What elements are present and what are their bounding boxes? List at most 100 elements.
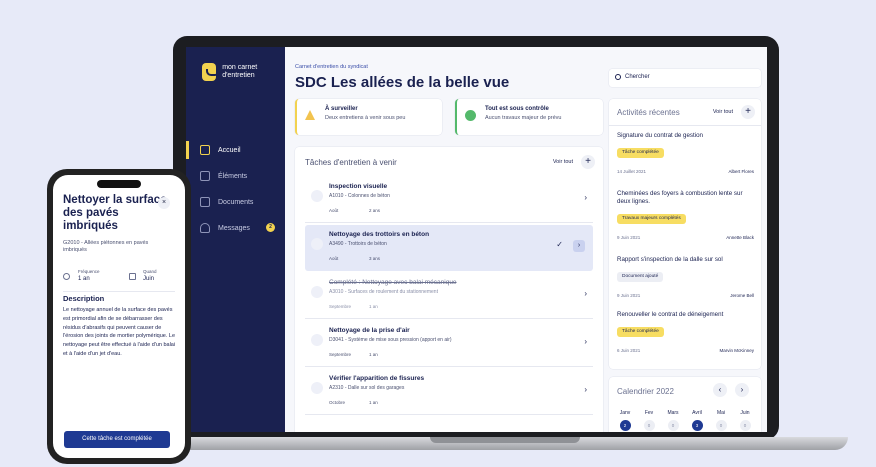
description-text: Le nettoyage annuel de la surface des pa… — [63, 307, 176, 357]
chevron-left-icon[interactable]: ‹ — [713, 383, 727, 397]
page-title: SDC Les allées de la belle vue — [295, 74, 510, 91]
right-column: Chercher Activités récentes Voir tout + Si… — [609, 47, 767, 432]
search-icon — [615, 74, 621, 80]
search-input[interactable]: Chercher — [609, 69, 761, 87]
sidebar-item-messages[interactable]: Messages 2 — [186, 215, 285, 241]
check-circle-icon — [465, 110, 476, 121]
task-frequency: 1 an — [369, 400, 378, 405]
task-row[interactable]: Nettoyage de la prise d'air D3041 - Systè… — [305, 321, 593, 367]
logo: mon carnet d'entretien — [186, 47, 285, 81]
building-icon — [200, 171, 210, 181]
calendar-icon — [129, 273, 136, 280]
calendar-month[interactable]: Fev 0 — [637, 410, 661, 431]
activity-item[interactable]: Rapport s'inspection de la dalle sur sol… — [617, 256, 754, 306]
activity-item[interactable]: Cheminées des foyers à combustion lente … — [617, 190, 754, 250]
when-label: Quand — [143, 269, 157, 274]
task-month: Septembre — [329, 352, 352, 357]
task-row[interactable]: Complété : Nettoyage avec balai mécaniqu… — [305, 273, 593, 319]
refresh-icon — [63, 273, 70, 280]
month-count: 0 — [667, 420, 679, 431]
activities-see-all-link[interactable]: Voir tout — [713, 109, 733, 115]
task-icon — [311, 382, 323, 394]
month-count: 3 — [691, 420, 703, 431]
chevron-right-icon[interactable]: › — [735, 383, 749, 397]
activity-tag: Document ajouté — [617, 271, 664, 282]
task-name: Vérifier l'apparition de fissures — [329, 375, 425, 382]
logo-icon — [202, 63, 221, 81]
activity-date: 6 Juin 2021 — [617, 348, 641, 353]
task-icon — [311, 238, 323, 250]
sidebar-item-elements[interactable]: Éléments — [186, 163, 285, 189]
activities-panel: Activités récentes Voir tout + Signature d… — [609, 99, 761, 369]
task-row-selected[interactable]: Nettoyage des trottoirs en béton A3490 - … — [305, 225, 593, 271]
chevron-right-icon[interactable]: › — [584, 337, 587, 346]
activity-item[interactable]: Renouveller le contrat de déneigement Tâc… — [617, 311, 754, 361]
logo-text: mon carnet d'entretien — [222, 64, 258, 79]
calendar-month[interactable]: Mai 0 — [709, 410, 733, 431]
activity-date: 9 Juin 2021 — [617, 293, 641, 298]
tasks-panel: Tâches d'entretien à venir Voir tout + Ins… — [295, 147, 603, 432]
laptop-notch — [430, 437, 580, 443]
tasks-see-all-link[interactable]: Voir tout — [553, 159, 573, 165]
month-label: Avril — [692, 410, 702, 416]
calendar-month[interactable]: Juin 0 — [733, 410, 757, 431]
task-frequency: 1 an — [369, 352, 378, 357]
activity-name: Cheminées des foyers à combustion lente … — [617, 190, 743, 205]
chevron-right-icon[interactable]: › — [584, 385, 587, 394]
task-row[interactable]: Vérifier l'apparition de fissures A2310 -… — [305, 369, 593, 415]
laptop-frame: mon carnet d'entretien Accueil Éléments … — [173, 36, 779, 440]
close-icon[interactable]: × — [158, 197, 170, 209]
month-label: Janv — [619, 410, 631, 416]
month-label: Fev — [644, 410, 654, 416]
calendar-months: Janv 2 Fev 0 Mars 0 Avril 3 Mai 0 Juin 0 — [613, 410, 757, 431]
tasks-title: Tâches d'entretien à venir — [305, 157, 397, 167]
warning-icon — [305, 110, 315, 120]
task-code: A1010 - Colonnes de béton — [329, 193, 390, 199]
activity-item[interactable]: Signature du contrat de gestion Tâche com… — [617, 132, 754, 182]
alert-watch[interactable]: À surveiller Deux entretiens à venir sous… — [295, 99, 442, 135]
task-code: D3041 - Système de mise sous pression (a… — [329, 337, 452, 343]
breadcrumb[interactable]: Carnet d'entretien du syndicat — [295, 64, 368, 70]
add-activity-button[interactable]: + — [741, 105, 755, 119]
alert-title: À surveiller — [325, 106, 358, 112]
main-content: Carnet d'entretien du syndicat SDC Les a… — [285, 47, 767, 432]
description-title: Description — [63, 294, 105, 303]
add-task-button[interactable]: + — [581, 155, 595, 169]
activity-user: Jerome Bell — [730, 293, 754, 298]
activity-date: 14 Juillet 2021 — [617, 169, 647, 174]
task-month: Août — [329, 208, 339, 213]
sidebar-item-accueil[interactable]: Accueil — [186, 137, 285, 163]
task-name: Complété : Nettoyage avec balai mécaniqu… — [329, 279, 457, 286]
task-code: A3010 - Surfaces de roulement du station… — [329, 289, 438, 295]
task-name: Nettoyage de la prise d'air — [329, 327, 410, 334]
alert-subtitle: Deux entretiens à venir sous peu — [325, 115, 406, 121]
calendar-month[interactable]: Janv 2 — [613, 410, 637, 431]
mark-complete-button[interactable]: Cette tâche est complétée — [64, 431, 170, 448]
check-icon[interactable]: ✓ — [556, 240, 563, 249]
activity-user: Albert Flores — [728, 169, 754, 174]
alert-ok[interactable]: Tout est sous contrôle Aucun travaux maje… — [455, 99, 603, 135]
search-placeholder: Chercher — [625, 74, 650, 80]
messages-count-badge: 2 — [266, 223, 275, 232]
sidebar-item-label: Éléments — [218, 172, 248, 180]
activity-name: Rapport s'inspection de la dalle sur sol — [617, 256, 723, 263]
month-count: 0 — [715, 420, 727, 431]
activity-date: 9 Juin 2021 — [617, 235, 641, 240]
month-label: Juin — [740, 410, 750, 416]
divider — [63, 291, 175, 292]
sidebar: mon carnet d'entretien Accueil Éléments … — [186, 47, 285, 432]
task-name: Inspection visuelle — [329, 183, 388, 190]
month-count: 2 — [619, 420, 631, 431]
chevron-right-icon[interactable]: › — [573, 240, 585, 252]
folder-icon — [200, 197, 210, 207]
task-icon — [311, 190, 323, 202]
chevron-right-icon[interactable]: › — [584, 289, 587, 298]
task-row[interactable]: Inspection visuelle A1010 - Colonnes de b… — [305, 177, 593, 223]
month-label: Mai — [716, 410, 726, 416]
calendar-month[interactable]: Mars 0 — [661, 410, 685, 431]
sidebar-item-documents[interactable]: Documents — [186, 189, 285, 215]
activities-title: Activités récentes — [617, 107, 680, 117]
chevron-right-icon[interactable]: › — [584, 193, 587, 202]
calendar-month[interactable]: Avril 3 — [685, 410, 709, 431]
month-label: Mars — [667, 410, 679, 416]
